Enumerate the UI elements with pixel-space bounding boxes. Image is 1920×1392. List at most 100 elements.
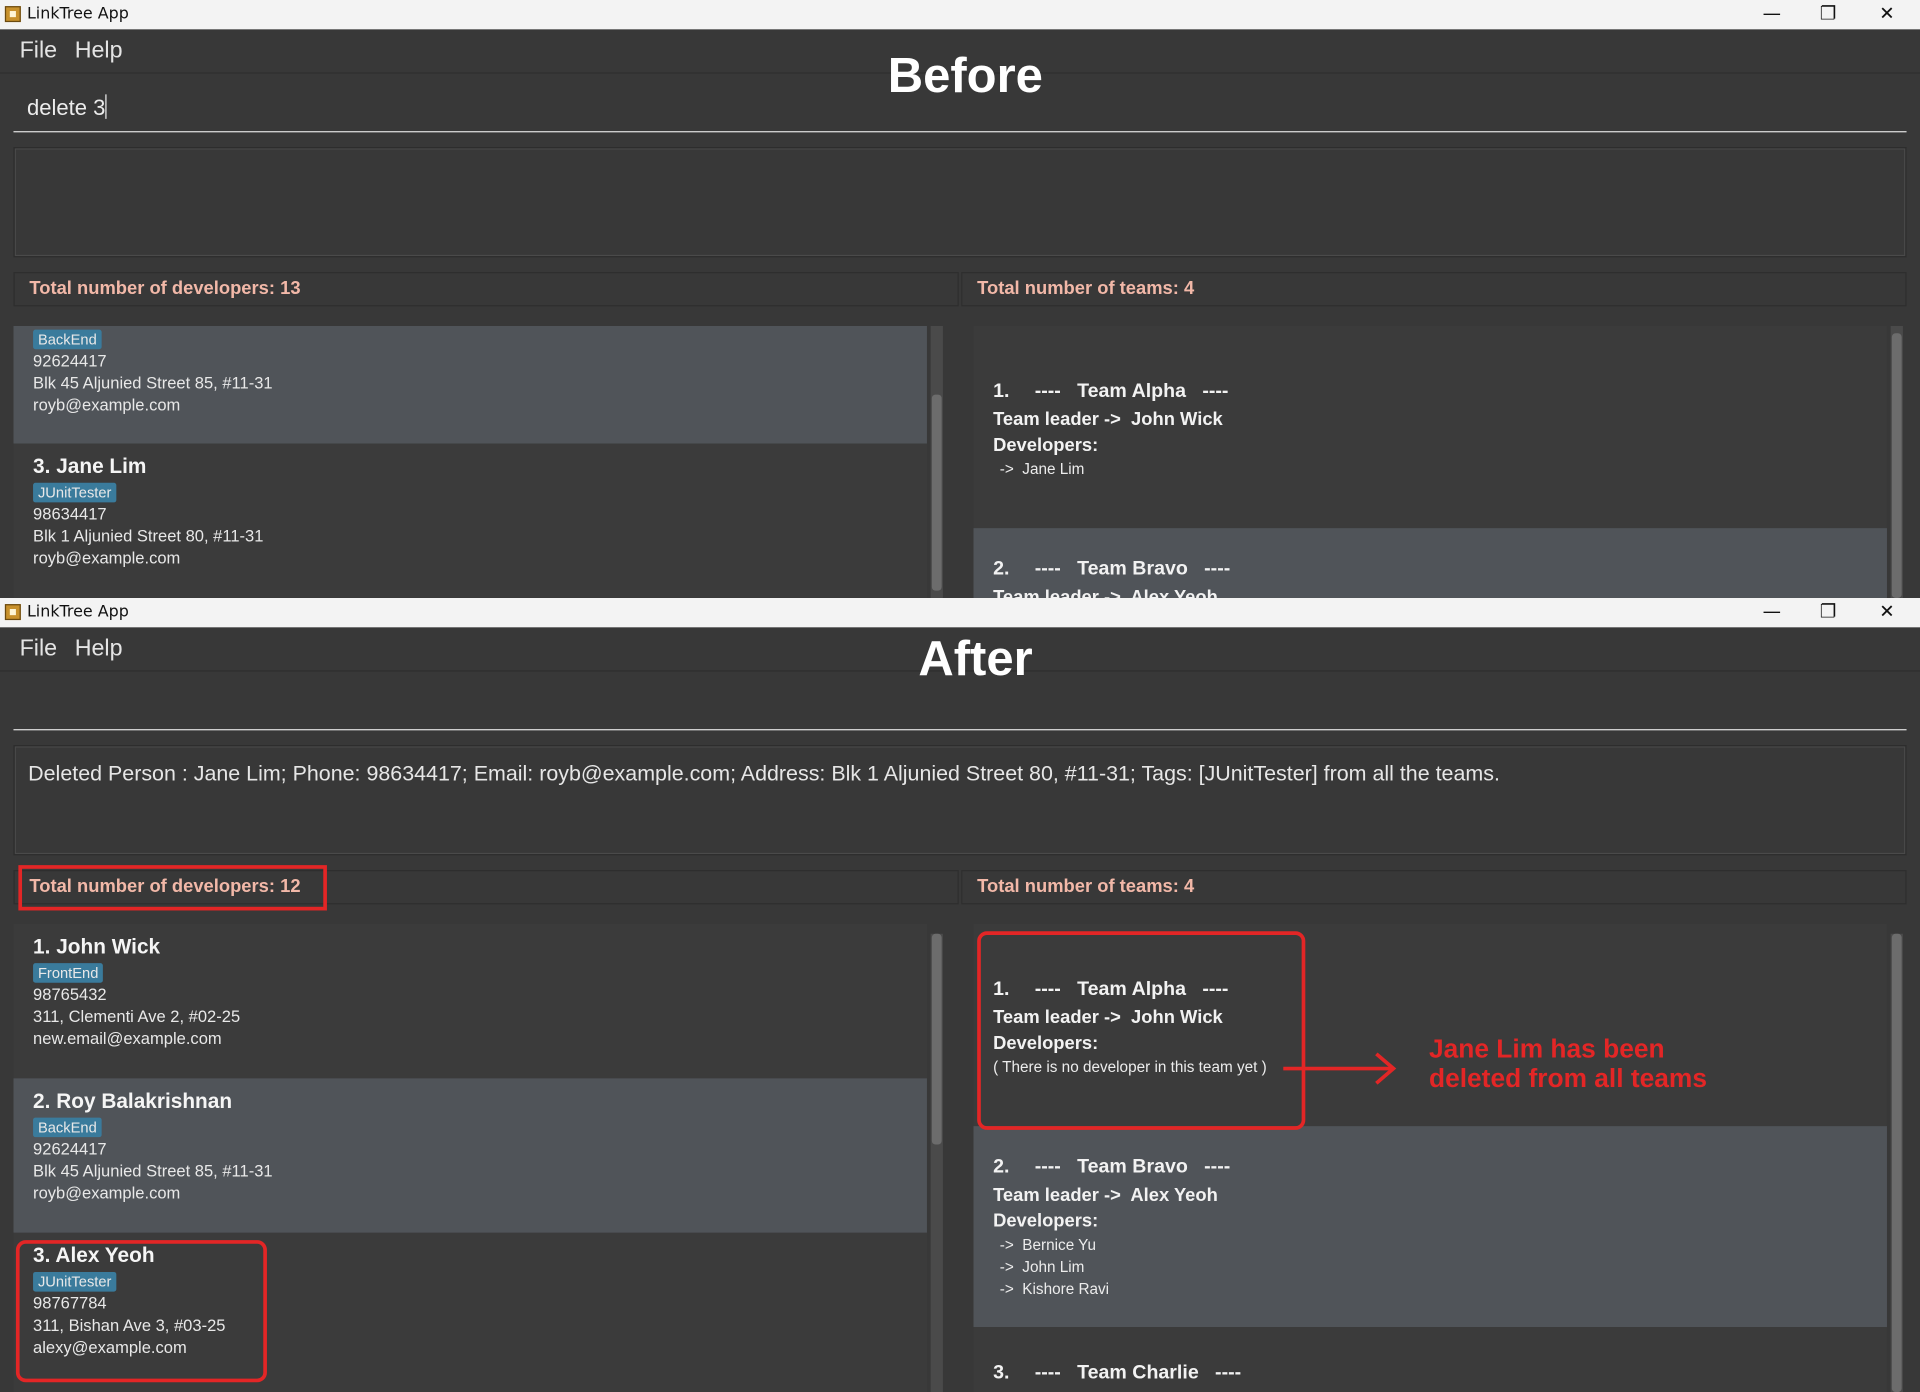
person-name: 3. Jane Lim [33,454,147,478]
person-phone: 92624417 [33,1139,107,1159]
team-index: 2. [993,558,1010,580]
person-list-scrollbar[interactable] [930,933,943,1392]
developer-count-header: Total number of developers: 13 [13,272,959,307]
team-developer: -> Kishore Ravi [995,1280,1110,1298]
annotation-line-1: Jane Lim has been [1428,1034,1665,1064]
scrollbar-thumb[interactable] [1891,933,1902,1392]
team-list-scrollbar[interactable] [1890,325,1903,598]
restore-icon[interactable]: ❐ [1800,0,1856,29]
person-name: 3. Alex Yeoh [33,1243,155,1268]
menu-help[interactable]: Help [75,636,123,663]
scrollbar-thumb[interactable] [931,394,942,591]
person-tag: BackEnd [33,329,102,350]
scrollbar-thumb[interactable] [1891,333,1902,598]
person-tag: JUnitTester [33,482,117,503]
app-window-before: LinkTree App — ❐ ✕ File Help delete 3 Be… [0,0,1920,598]
restore-icon[interactable]: ❐ [1800,598,1856,627]
team-developers-label: Developers: [993,1210,1099,1232]
person-address: Blk 45 Aljunied Street 85, #11-31 [33,1161,273,1181]
team-count-label: Total number of teams: 4 [977,876,1195,897]
person-card[interactable]: 3. Jane Lim JUnitTester 98634417 Blk 1 A… [13,443,927,598]
person-phone: 98765432 [33,985,107,1004]
person-list-scrollbar[interactable] [930,325,943,598]
team-leader: Team leader -> John Wick [993,1007,1223,1029]
team-card[interactable]: 3. ---- Team Charlie ---- [973,1327,1887,1392]
person-name: 1. John Wick [33,934,161,959]
person-card[interactable]: 3. Alex Yeoh JUnitTester 98767784 311, B… [13,1232,927,1392]
team-developer: -> Bernice Yu [995,1236,1097,1254]
team-index: 1. [993,381,1010,402]
person-address: 311, Clementi Ave 2, #02-25 [33,1007,241,1026]
app-icon [4,604,21,621]
menu-file[interactable]: File [20,636,58,663]
person-address: Blk 1 Aljunied Street 80, #11-31 [33,526,264,546]
person-tag: JUnitTester [33,1271,117,1292]
person-tag: BackEnd [33,1117,102,1138]
minimize-icon[interactable]: — [1744,0,1800,29]
annotation-line-2: deleted from all teams [1428,1063,1707,1094]
team-list[interactable]: 1. ---- Team Alpha ---- Team leader -> J… [973,325,1887,598]
team-card[interactable]: 1. ---- Team Alpha ---- Team leader -> J… [973,923,1887,1127]
developer-count-label: Total number of developers: 12 [29,876,301,897]
person-email: alexy@example.com [33,1338,187,1357]
team-name: ---- Team Bravo ---- [1034,558,1231,580]
text-caret [105,94,107,119]
person-email: royb@example.com [33,548,181,568]
team-developer: -> Jane Lim [995,460,1085,478]
window-title: LinkTree App [26,602,129,622]
developer-count-label: Total number of developers: 13 [29,278,301,299]
screenshot-stage: LinkTree App — ❐ ✕ File Help delete 3 Be… [0,0,1920,1392]
person-phone: 92624417 [33,351,107,371]
team-name: ---- Team Bravo ---- [1034,1156,1231,1178]
scrollbar-thumb[interactable] [931,933,942,1145]
person-email: royb@example.com [33,1183,181,1203]
annotation-text: Jane Lim has been deleted from all teams [1429,1034,1707,1093]
app-window-after: LinkTree App — ❐ ✕ File Help After Delet… [0,597,1920,1392]
person-address: 311, Bishan Ave 3, #03-25 [33,1316,226,1335]
person-card[interactable]: 2. Roy Balakrishnan BackEnd 92624417 Blk… [13,1078,927,1233]
minimize-icon[interactable]: — [1744,598,1800,627]
person-name: 2. Roy Balakrishnan [33,1089,233,1113]
team-card[interactable]: 1. ---- Team Alpha ---- Team leader -> J… [973,325,1887,529]
after-banner: After [918,632,1033,687]
person-list[interactable]: BackEnd 92624417 Blk 45 Aljunied Street … [13,325,927,598]
menu-file[interactable]: File [20,38,58,65]
team-leader: Team leader -> Alex Yeoh [993,586,1218,598]
team-developers-label: Developers: [993,1033,1099,1054]
team-list-scrollbar[interactable] [1890,933,1903,1392]
team-count-header: Total number of teams: 4 [961,870,1907,905]
team-leader: Team leader -> John Wick [993,409,1223,431]
team-count-label: Total number of teams: 4 [977,278,1195,299]
result-display: Deleted Person : Jane Lim; Phone: 986344… [13,745,1907,856]
title-bar: LinkTree App — ❐ ✕ [0,0,1920,30]
window-title: LinkTree App [26,4,129,24]
person-list[interactable]: 1. John Wick FrontEnd 98765432 311, Clem… [13,923,927,1392]
team-count-header: Total number of teams: 4 [961,272,1907,307]
team-card[interactable]: 2. ---- Team Bravo ---- Team leader -> A… [973,528,1887,598]
person-tag: FrontEnd [33,963,104,983]
team-index: 1. [993,979,1010,1000]
team-index: 2. [993,1156,1010,1178]
team-developers-label: Developers: [993,435,1099,456]
result-display [13,147,1907,258]
team-index: 3. [993,1362,1010,1384]
person-card[interactable]: BackEnd 92624417 Blk 45 Aljunied Street … [13,325,927,444]
annotation-arrow-icon [1283,1052,1397,1085]
title-bar: LinkTree App — ❐ ✕ [0,597,1920,628]
menu-help[interactable]: Help [75,38,123,65]
person-email: new.email@example.com [33,1029,222,1048]
team-empty-message: ( There is no developer in this team yet… [993,1058,1267,1076]
team-list[interactable]: 1. ---- Team Alpha ---- Team leader -> J… [973,923,1887,1392]
team-name: ---- Team Alpha ---- [1034,979,1229,1000]
team-name: ---- Team Alpha ---- [1034,381,1229,402]
close-icon[interactable]: ✕ [1859,0,1915,29]
close-icon[interactable]: ✕ [1859,598,1915,627]
person-card[interactable]: 1. John Wick FrontEnd 98765432 311, Clem… [13,923,927,1079]
person-address: Blk 45 Aljunied Street 85, #11-31 [33,373,273,393]
team-name: ---- Team Charlie ---- [1034,1362,1242,1384]
person-phone: 98767784 [33,1294,107,1313]
person-email: royb@example.com [33,395,181,415]
team-developer: -> John Lim [995,1258,1085,1276]
team-leader: Team leader -> Alex Yeoh [993,1184,1218,1206]
team-card[interactable]: 2. ---- Team Bravo ---- Team leader -> A… [973,1126,1887,1328]
